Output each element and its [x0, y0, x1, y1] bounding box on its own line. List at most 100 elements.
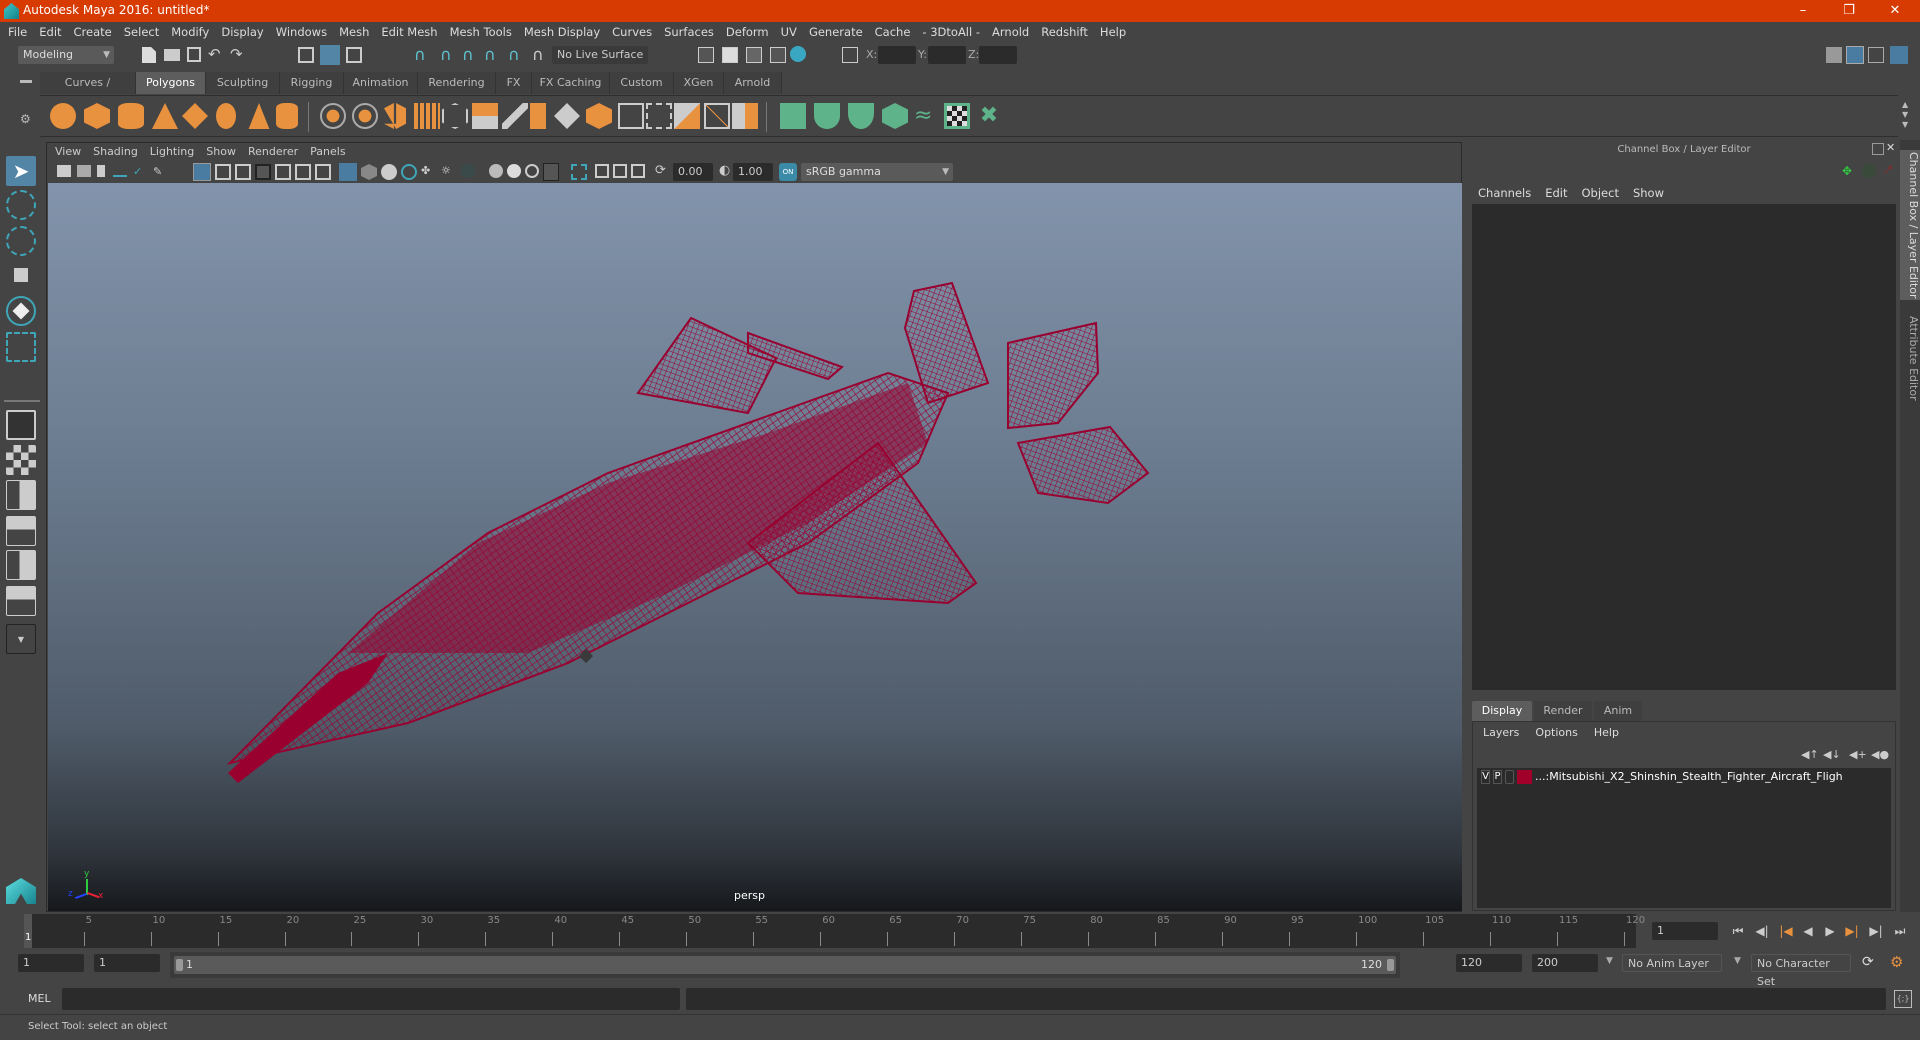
poly-pipe-icon[interactable] — [276, 103, 298, 129]
make-live-icon[interactable]: ∩ — [508, 45, 520, 64]
live-surface-field[interactable]: No Live Surface — [552, 46, 648, 64]
show-menu[interactable]: Show — [1633, 186, 1664, 200]
hypershade-persp-layout-icon[interactable] — [6, 550, 36, 580]
exposure-field[interactable]: 0.00 — [673, 163, 713, 181]
uv-checker-icon[interactable] — [944, 103, 970, 129]
cut-uv-edges-icon[interactable]: ✖ — [976, 103, 1002, 129]
play-backwards-icon[interactable]: ◀ — [1798, 922, 1818, 940]
poly-torus-icon[interactable] — [216, 103, 236, 129]
close-panel-icon[interactable]: ✕ — [1886, 141, 1895, 154]
shelf-tab-fx-caching[interactable]: FX Caching — [532, 72, 610, 94]
menu-uv[interactable]: UV — [775, 22, 803, 42]
menu-edit[interactable]: Edit — [33, 22, 67, 42]
gate-mask-icon[interactable] — [255, 164, 271, 180]
help-menu[interactable]: Help — [1594, 726, 1619, 739]
script-editor-icon[interactable]: {;} — [1894, 990, 1912, 1008]
close-button[interactable]: ✕ — [1872, 0, 1918, 22]
new-layer-selected-icon[interactable]: ◀● — [1871, 748, 1889, 761]
poly-sphere-icon[interactable] — [50, 103, 76, 129]
playback-start-field[interactable]: 1 — [94, 954, 160, 972]
animation-end-field[interactable]: 200 — [1532, 954, 1598, 972]
anti-aliasing-icon[interactable] — [525, 164, 539, 178]
menu-redshift[interactable]: Redshift — [1035, 22, 1094, 42]
motion-blur-icon[interactable] — [507, 164, 521, 178]
shelf-tab-rendering[interactable]: Rendering — [418, 72, 496, 94]
anim-layer-dropdown[interactable]: No Anim Layer — [1622, 954, 1722, 972]
shelf-menu-icon[interactable] — [20, 80, 32, 83]
animation-start-field[interactable]: 1 — [18, 954, 84, 972]
default-material-icon[interactable] — [381, 164, 397, 180]
color-management-toggle-icon[interactable]: ON — [779, 163, 797, 181]
play-forwards-icon[interactable]: ▶ — [1820, 922, 1840, 940]
shelf-scroll-arrows[interactable]: ▲ ▼ ▼ — [1902, 100, 1908, 130]
shelf-tab-rigging[interactable]: Rigging — [280, 72, 344, 94]
select-tool-icon[interactable]: ➤ — [6, 156, 36, 186]
layers-menu[interactable]: Layers — [1483, 726, 1519, 739]
move-tool-icon[interactable] — [6, 260, 36, 290]
poly-cylinder-icon[interactable] — [118, 103, 144, 129]
select-by-component-icon[interactable] — [346, 47, 362, 63]
viewport-menu-view[interactable]: View — [47, 143, 87, 161]
speed-icon[interactable] — [1862, 164, 1876, 178]
menu-windows[interactable]: Windows — [270, 22, 333, 42]
rotate-tool-icon[interactable] — [6, 296, 36, 326]
planar-mapping-icon[interactable] — [704, 103, 730, 129]
restore-button[interactable]: ❐ — [1826, 0, 1872, 22]
layer-color-swatch[interactable] — [1517, 770, 1532, 784]
grid-toggle-icon[interactable] — [193, 163, 211, 181]
poly-cone-icon[interactable] — [152, 103, 178, 129]
menu-arnold[interactable]: Arnold — [986, 22, 1035, 42]
cylindrical-mapping-icon[interactable] — [732, 103, 758, 129]
viewport-menu-show[interactable]: Show — [200, 143, 242, 161]
menu-create[interactable]: Create — [68, 22, 118, 42]
insert-edge-loop-icon[interactable] — [554, 103, 580, 129]
undo-icon[interactable]: ↶ — [208, 45, 221, 63]
quad-draw-icon[interactable] — [646, 103, 672, 129]
float-panel-icon[interactable] — [1872, 143, 1884, 155]
automatic-mapping-icon[interactable] — [814, 103, 840, 129]
multi-cut-icon[interactable] — [530, 103, 546, 129]
menu-mesh-display[interactable]: Mesh Display — [518, 22, 606, 42]
shelf-tab-arnold[interactable]: Arnold — [724, 72, 782, 94]
shelf-tab-custom[interactable]: Custom — [610, 72, 674, 94]
menu-generate[interactable]: Generate — [803, 22, 869, 42]
mirror-icon[interactable] — [384, 103, 406, 129]
grease-pencil-icon[interactable]: ✎ — [153, 165, 167, 178]
menu-modify[interactable]: Modify — [165, 22, 215, 42]
menu-surfaces[interactable]: Surfaces — [658, 22, 720, 42]
hide-icon[interactable]: ↗ — [1882, 162, 1894, 178]
menu-mesh-tools[interactable]: Mesh Tools — [444, 22, 518, 42]
scale-tool-icon[interactable] — [6, 332, 36, 362]
layer-display-type-toggle[interactable] — [1505, 770, 1514, 784]
safe-title-icon[interactable] — [315, 164, 331, 180]
options-menu[interactable]: Options — [1535, 726, 1577, 739]
smooth-shade-icon[interactable] — [361, 164, 377, 180]
minimize-button[interactable]: – — [1780, 0, 1826, 22]
object-menu[interactable]: Object — [1582, 186, 1619, 200]
select-by-hierarchy-icon[interactable] — [298, 47, 314, 63]
bookmarks-icon[interactable] — [97, 165, 105, 177]
more-layouts-icon[interactable]: ▼ — [6, 624, 36, 654]
resolution-gate-icon[interactable] — [235, 164, 251, 180]
menu-file[interactable]: File — [0, 22, 33, 42]
layer-tab-render[interactable]: Render — [1534, 701, 1592, 721]
persp-outliner-layout-icon[interactable] — [6, 480, 36, 510]
channel-list[interactable] — [1472, 204, 1896, 690]
lasso-tool-icon[interactable] — [6, 190, 36, 220]
3d-viewport[interactable]: y x z persp — [48, 183, 1462, 911]
layer-tab-display[interactable]: Display — [1472, 701, 1532, 721]
menu-deform[interactable]: Deform — [720, 22, 775, 42]
layout-uvs-icon[interactable] — [882, 103, 908, 129]
wireframe-on-shaded-icon[interactable] — [401, 164, 417, 180]
camera-attributes-icon[interactable] — [77, 165, 91, 177]
tool-settings-toggle-icon[interactable] — [1868, 47, 1884, 63]
new-layer-icon[interactable]: ◀+ — [1849, 748, 1867, 761]
screen-space-ao-icon[interactable] — [489, 164, 503, 178]
single-perspective-layout-icon[interactable] — [6, 410, 36, 440]
side-tab-channel-box[interactable]: Channel Box / Layer Editor — [1900, 150, 1920, 300]
field-chart-icon[interactable] — [275, 164, 291, 180]
shelf-tab-sculpting[interactable]: Sculpting — [206, 72, 280, 94]
shelf-tab-animation[interactable]: Animation — [344, 72, 418, 94]
smooth-icon[interactable] — [414, 103, 440, 129]
xray-active-components-icon[interactable] — [613, 164, 627, 178]
